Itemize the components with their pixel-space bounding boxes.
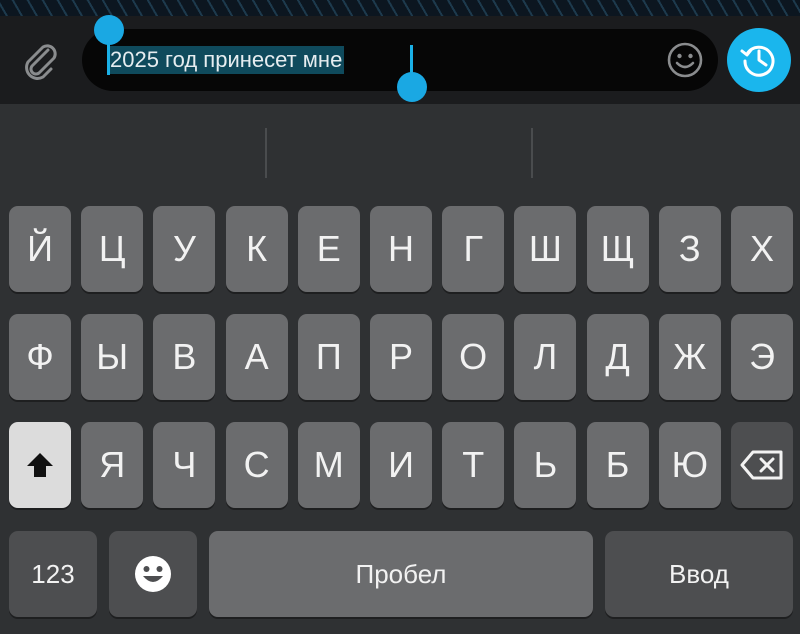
letter-key[interactable]: Т (442, 422, 505, 508)
letter-key[interactable]: Л (514, 314, 577, 400)
letter-key[interactable]: Ы (81, 314, 144, 400)
letter-key[interactable]: Ь (514, 422, 577, 508)
shift-key[interactable] (9, 422, 71, 508)
chat-background-strip (0, 0, 800, 16)
letter-key[interactable]: Й (9, 206, 71, 292)
letter-key[interactable]: А (225, 314, 288, 400)
letter-key[interactable]: Э (731, 314, 793, 400)
letter-key[interactable]: М (297, 422, 360, 508)
letter-key[interactable]: Б (586, 422, 649, 508)
scheduled-send-button[interactable] (727, 28, 791, 92)
enter-key[interactable]: Ввод (605, 531, 793, 617)
suggestion-divider (265, 128, 267, 178)
letter-key[interactable]: Н (370, 206, 432, 292)
letter-key[interactable]: Д (586, 314, 649, 400)
attach-button[interactable] (16, 36, 64, 84)
letter-key[interactable]: Ж (658, 314, 721, 400)
letter-key[interactable]: Я (81, 422, 144, 508)
selection-handle-end[interactable] (397, 72, 427, 102)
suggestion-divider (531, 128, 533, 178)
paperclip-icon (25, 44, 57, 80)
letter-key[interactable]: К (225, 206, 288, 292)
letter-key[interactable]: Ц (81, 206, 144, 292)
letter-key[interactable]: В (153, 314, 216, 400)
selection-handle-start[interactable] (94, 15, 124, 45)
smiley-icon (667, 42, 703, 78)
keyboard: ЙЦУКЕНГШЩЗХ ФЫВАПРОЛДЖЭ ЯЧСМИТЬБЮ 123 Проб… (0, 104, 800, 634)
selection-handle-end-bar[interactable] (410, 45, 413, 75)
letter-key[interactable]: Ш (514, 206, 577, 292)
letter-key[interactable]: П (297, 314, 360, 400)
letter-key[interactable]: Е (297, 206, 360, 292)
letter-key[interactable]: Ч (153, 422, 216, 508)
letter-key[interactable]: У (153, 206, 216, 292)
message-text-selected[interactable]: 2025 год принесет мне (108, 46, 345, 74)
message-field[interactable]: 2025 год принесет мне (82, 15, 718, 102)
letter-key[interactable]: О (442, 314, 505, 400)
letter-key[interactable]: С (225, 422, 288, 508)
letter-key[interactable]: Ф (9, 314, 71, 400)
letter-key[interactable]: И (370, 422, 432, 508)
letter-key[interactable]: Г (442, 206, 505, 292)
clock-icon (740, 45, 775, 77)
letter-key[interactable]: Ю (658, 422, 721, 508)
letter-key[interactable]: Х (731, 206, 793, 292)
numbers-key[interactable]: 123 (9, 531, 97, 617)
letter-key[interactable]: Щ (586, 206, 649, 292)
backspace-key[interactable] (731, 422, 793, 508)
emoji-button[interactable] (666, 41, 704, 79)
emoji-keyboard-key[interactable] (109, 531, 197, 617)
space-key[interactable]: Пробел (209, 531, 593, 617)
message-input-bar: 2025 год принесет мне (0, 15, 800, 104)
shift-arrow-icon (27, 453, 53, 477)
letter-key[interactable]: Р (370, 314, 432, 400)
letter-key[interactable]: З (658, 206, 721, 292)
backspace-icon (740, 450, 783, 480)
emoji-face-icon (135, 556, 171, 592)
